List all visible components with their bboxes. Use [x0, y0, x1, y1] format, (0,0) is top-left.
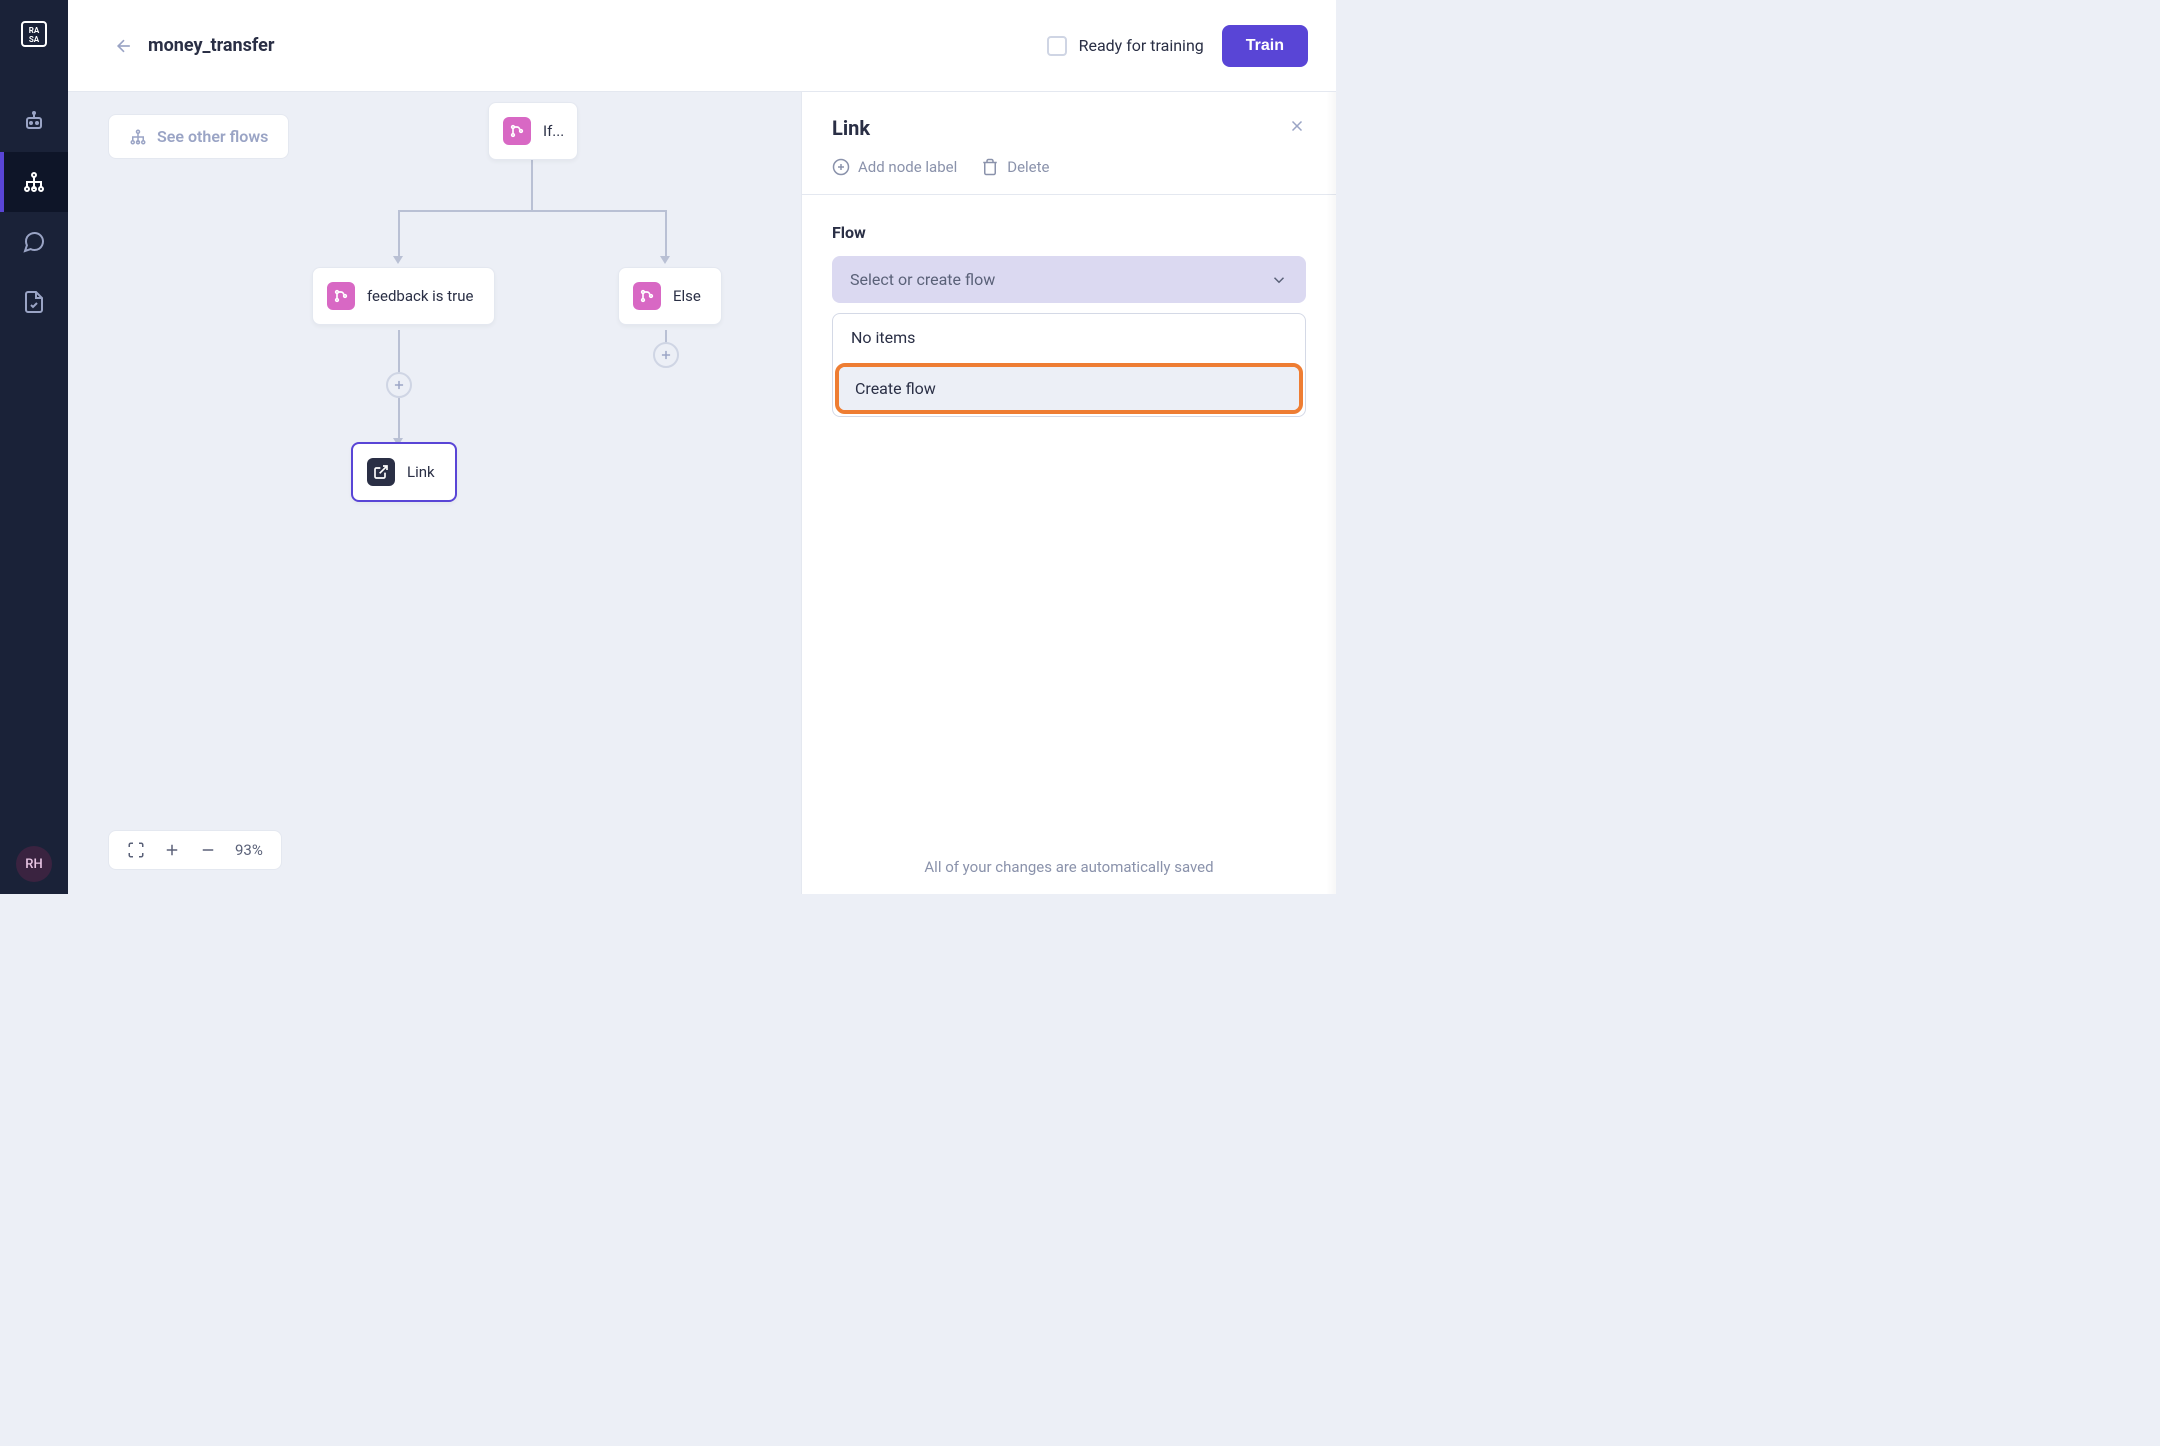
panel-title: Link [832, 116, 870, 140]
chevron-down-icon [1270, 271, 1288, 289]
node-label: feedback is true [367, 287, 474, 305]
create-flow-option[interactable]: Create flow [839, 367, 1299, 410]
trash-icon [981, 158, 999, 176]
arrowhead-icon [393, 256, 403, 264]
if-node[interactable]: If... [488, 102, 578, 160]
node-label: Link [407, 463, 435, 481]
flows-icon [129, 128, 147, 146]
delete-node-button[interactable]: Delete [981, 158, 1049, 176]
autosave-notice: All of your changes are automatically sa… [802, 858, 1336, 876]
edge [665, 210, 667, 258]
add-node-label-button[interactable]: Add node label [832, 158, 957, 176]
delete-text: Delete [1007, 158, 1049, 176]
close-icon [1288, 117, 1306, 135]
zoom-in-button[interactable] [163, 841, 181, 859]
user-avatar[interactable]: RH [16, 846, 52, 882]
nav-bots[interactable] [0, 92, 68, 152]
edge [398, 210, 400, 258]
minus-icon [199, 841, 217, 859]
create-flow-highlight: Create flow [835, 363, 1303, 414]
arrow-left-icon [114, 36, 134, 56]
plus-icon [392, 378, 406, 392]
add-node-button[interactable] [386, 372, 412, 398]
plus-icon [163, 841, 181, 859]
nav-flows[interactable] [0, 152, 68, 212]
nav-chat[interactable] [0, 212, 68, 272]
page-title: money_transfer [148, 35, 1047, 56]
panel-body: Flow Select or create flow No items Crea… [802, 195, 1336, 894]
see-other-label: See other flows [157, 127, 268, 146]
rasa-logo-icon: RASA [19, 19, 49, 49]
feedback-true-node[interactable]: feedback is true [312, 267, 495, 325]
else-node[interactable]: Else [618, 267, 722, 325]
node-label: If... [543, 122, 564, 140]
arrowhead-icon [660, 256, 670, 264]
topbar: money_transfer Ready for training Train [68, 0, 1336, 92]
avatar-initials: RH [25, 857, 42, 872]
fit-view-button[interactable] [127, 841, 145, 859]
nav-docs[interactable] [0, 272, 68, 332]
document-check-icon [22, 290, 46, 314]
edge [398, 210, 665, 212]
ready-checkbox[interactable] [1047, 36, 1067, 56]
add-node-button[interactable] [653, 342, 679, 368]
select-placeholder: Select or create flow [850, 270, 995, 289]
chat-icon [22, 230, 46, 254]
ready-label-text: Ready for training [1079, 36, 1204, 55]
flow-select[interactable]: Select or create flow [832, 256, 1306, 303]
flow-field-label: Flow [832, 223, 1306, 242]
link-icon [367, 458, 395, 486]
svg-text:SA: SA [29, 35, 40, 44]
ready-for-training: Ready for training [1047, 36, 1204, 56]
branch-icon [633, 282, 661, 310]
zoom-out-button[interactable] [199, 841, 217, 859]
zoom-percentage: 93% [235, 841, 263, 859]
flow-canvas[interactable]: See other flows If... feedback is true E… [68, 92, 801, 894]
see-other-flows-button[interactable]: See other flows [108, 114, 289, 159]
fullscreen-icon [127, 841, 145, 859]
train-button[interactable]: Train [1222, 25, 1308, 67]
node-detail-panel: Link Add node label Delete Flow Select o… [801, 92, 1336, 894]
back-button[interactable] [108, 30, 140, 62]
zoom-toolbar: 93% [108, 830, 282, 870]
node-label: Else [673, 287, 701, 305]
close-panel-button[interactable] [1288, 117, 1306, 139]
flows-icon [22, 170, 46, 194]
plus-icon [659, 348, 673, 362]
svg-text:RA: RA [29, 26, 40, 35]
link-node[interactable]: Link [351, 442, 457, 502]
edge [531, 158, 533, 210]
branch-icon [327, 282, 355, 310]
app-logo[interactable]: RASA [16, 16, 52, 52]
panel-header: Link Add node label Delete [802, 92, 1336, 195]
dropdown-no-items: No items [833, 314, 1305, 361]
plus-circle-icon [832, 158, 850, 176]
add-label-text: Add node label [858, 158, 957, 176]
branch-icon [503, 117, 531, 145]
flow-dropdown: No items Create flow [832, 313, 1306, 417]
robot-icon [22, 110, 46, 134]
left-rail: RASA RH [0, 0, 68, 894]
